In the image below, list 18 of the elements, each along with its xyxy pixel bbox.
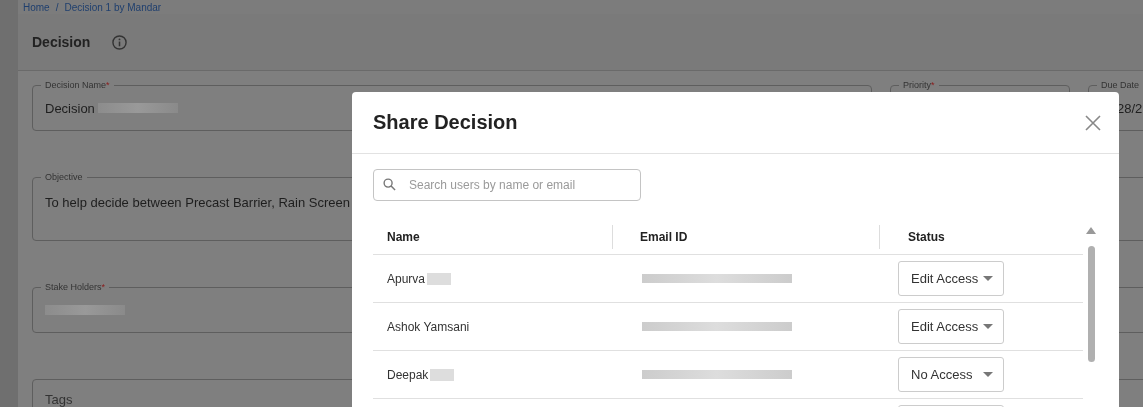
- page-title: Decision: [32, 34, 91, 50]
- field-label: Priority*: [899, 79, 939, 91]
- user-name: Ashok Yamsani: [387, 319, 470, 334]
- user-name: Deepak: [387, 367, 429, 382]
- field-label: Tags: [45, 392, 73, 407]
- field-label: Decision Name*: [41, 79, 114, 91]
- user-name: Apurva: [387, 271, 426, 286]
- column-header: Email ID: [640, 230, 688, 244]
- dialog-title: Share Decision: [373, 111, 518, 134]
- field-label: Stake Holders*: [41, 281, 110, 293]
- field-value: 28/2: [1117, 100, 1143, 116]
- field-value: Decision: [45, 100, 95, 116]
- field-value: To help decide between Precast Barrier, Rain Screen: [45, 195, 350, 210]
- field-label: Objective: [41, 171, 87, 183]
- field-label: Due Date: [1097, 79, 1143, 91]
- column-header: Status: [908, 230, 945, 244]
- breadcrumb-separator: /: [55, 1, 59, 13]
- column-header: Name: [387, 230, 420, 244]
